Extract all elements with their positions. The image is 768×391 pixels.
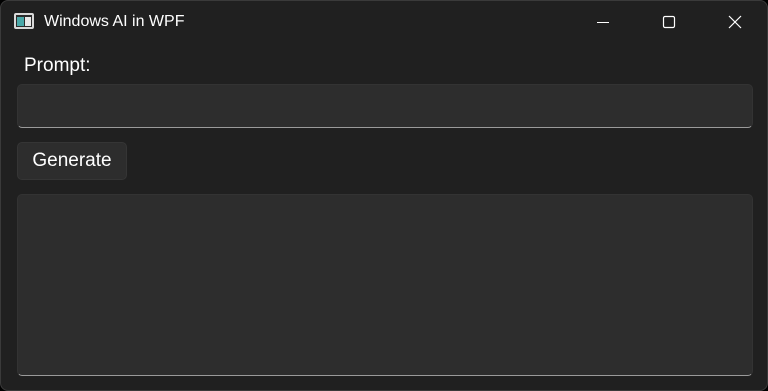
- output-textbox[interactable]: [17, 194, 753, 376]
- prompt-input[interactable]: [17, 84, 753, 128]
- maximize-icon: [662, 15, 676, 29]
- title-bar[interactable]: Windows AI in WPF: [1, 1, 767, 43]
- maximize-button[interactable]: [636, 1, 702, 43]
- minimize-icon: [597, 22, 609, 23]
- minimize-button[interactable]: [570, 1, 636, 43]
- close-button[interactable]: [702, 1, 767, 43]
- close-icon: [728, 15, 742, 29]
- window-title: Windows AI in WPF: [44, 13, 185, 30]
- app-icon: [14, 13, 34, 29]
- prompt-label: Prompt:: [24, 55, 91, 76]
- generate-button[interactable]: Generate: [17, 142, 127, 180]
- app-window: Windows AI in WPF Prompt: Generate: [0, 0, 768, 391]
